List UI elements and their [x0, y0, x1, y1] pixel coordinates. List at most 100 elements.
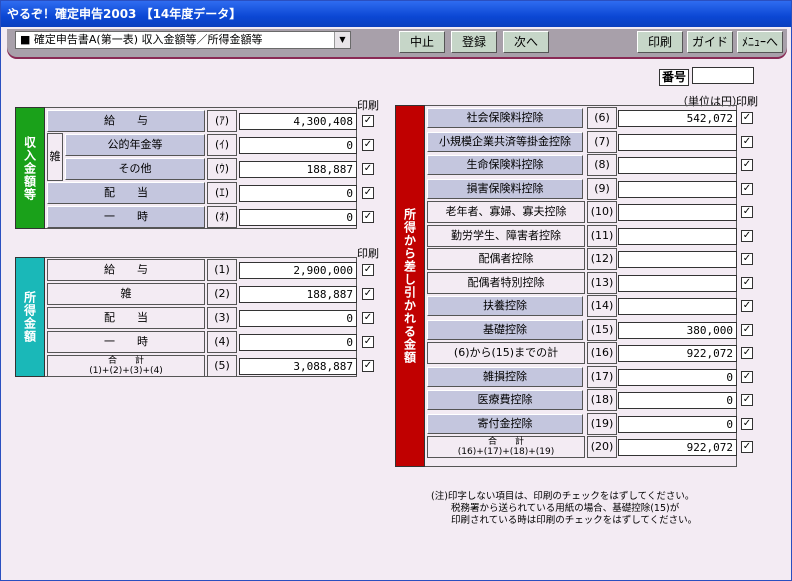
deduction-value-field[interactable] [618, 298, 737, 315]
shotoku-print-checkbox[interactable]: ✓ [362, 312, 374, 324]
shotoku-code: (3) [207, 307, 237, 329]
next-button[interactable]: 次へ [503, 31, 549, 53]
deduction-print-checkbox[interactable]: ✓ [741, 370, 753, 383]
deduction-value-field[interactable]: 0 [618, 415, 737, 433]
deduction-value-field[interactable]: 922,072 [618, 439, 737, 456]
income-print-checkbox[interactable]: ✓ [362, 211, 374, 223]
income-item-button[interactable]: 配 当 [47, 182, 205, 204]
deduction-print-checkbox[interactable]: ✓ [741, 159, 753, 171]
deduction-total-label: 合 計 (16)+(17)+(18)+(19) [427, 436, 585, 458]
note-text: (注)印字しない項目は、印刷のチェックをはずしてください。 [431, 491, 695, 502]
deduction-print-checkbox[interactable]: ✓ [741, 347, 753, 359]
deduction-value-field[interactable]: 922,072 [618, 345, 737, 362]
print-button[interactable]: 印刷 [637, 31, 683, 53]
deduction-value-field[interactable] [618, 251, 737, 268]
deduction-code: (14) [587, 295, 617, 317]
shotoku-print-checkbox[interactable]: ✓ [362, 336, 374, 348]
shotoku-value-field[interactable]: 0 [239, 334, 357, 351]
deduction-print-checkbox[interactable]: ✓ [741, 323, 753, 336]
deduction-value-field[interactable]: 542,072 [618, 110, 737, 127]
deduction-code: (16) [587, 342, 617, 364]
deduction-value-field[interactable]: 0 [618, 368, 737, 386]
deduction-item-label: 老年者、寡婦、寡夫控除 [427, 201, 585, 223]
income-value-field[interactable]: 4,300,408 [239, 113, 357, 130]
deduction-print-checkbox[interactable]: ✓ [741, 135, 753, 148]
shotoku-print-checkbox[interactable]: ✓ [362, 288, 374, 300]
deduction-print-checkbox[interactable]: ✓ [741, 300, 753, 312]
deduction-value-field[interactable] [618, 157, 737, 174]
deduction-item-button[interactable]: 雑損控除 [427, 366, 583, 387]
income-value-field[interactable]: 188,887 [239, 161, 357, 178]
deduction-print-checkbox[interactable]: ✓ [741, 112, 753, 124]
deduction-value-field[interactable] [618, 227, 737, 245]
deduction-item-button[interactable]: 小規模企業共済等掛金控除 [427, 131, 583, 152]
print-header-income: 印刷 [357, 99, 379, 112]
deduction-print-checkbox[interactable]: ✓ [741, 182, 753, 195]
income-print-checkbox[interactable]: ✓ [362, 139, 374, 151]
income-code: (ｴ) [207, 182, 237, 204]
income-value-field[interactable]: 0 [239, 209, 357, 226]
income-item-button[interactable]: 一 時 [47, 206, 205, 228]
income-code: (ｵ) [207, 206, 237, 228]
income-item-button[interactable]: 給 与 [47, 110, 205, 132]
register-button[interactable]: 登録 [451, 31, 497, 53]
income-code: (ｱ) [207, 110, 237, 132]
deduction-item-button[interactable]: 扶養控除 [427, 296, 583, 316]
toolbar: ■ 確定申告書A(第一表) 収入金額等／所得金額等 ▼ 中止 登録 次へ 印刷 ガ… [7, 29, 787, 59]
deduction-item-label: 勤労学生、障害者控除 [427, 224, 585, 247]
deduction-print-checkbox[interactable]: ✓ [741, 206, 753, 218]
shotoku-value-field[interactable]: 2,900,000 [239, 262, 357, 279]
shotoku-value-field[interactable]: 0 [239, 310, 357, 327]
deduction-value-field[interactable]: 380,000 [618, 321, 737, 339]
bangou-input[interactable] [692, 67, 754, 84]
income-print-checkbox[interactable]: ✓ [362, 115, 374, 127]
deduction-item-label: (6)から(15)までの計 [427, 342, 585, 364]
income-value-field[interactable]: 0 [239, 185, 357, 202]
deduction-print-checkbox[interactable]: ✓ [741, 394, 753, 406]
deduction-item-button[interactable]: 損害保険料控除 [427, 178, 583, 199]
deduction-code: (19) [587, 412, 617, 435]
deduction-value-field[interactable] [618, 133, 737, 151]
deduction-value-field[interactable] [618, 274, 737, 292]
income-print-checkbox[interactable]: ✓ [362, 163, 374, 175]
deduction-value-field[interactable] [618, 180, 737, 198]
shotoku-title: 所得金額 [15, 257, 45, 377]
shotoku-print-checkbox[interactable]: ✓ [362, 264, 374, 276]
income-print-checkbox[interactable]: ✓ [362, 187, 374, 199]
shotoku-value-field[interactable]: 3,088,887 [239, 358, 357, 375]
shotoku-code: (5) [207, 355, 237, 377]
form-select[interactable]: ■ 確定申告書A(第一表) 収入金額等／所得金額等 ▼ [15, 31, 351, 49]
chevron-down-icon[interactable]: ▼ [334, 32, 350, 48]
deduction-item-button[interactable]: 社会保険料控除 [427, 108, 583, 128]
income-title: 収入金額等 [15, 107, 45, 229]
guide-button[interactable]: ガイド [687, 31, 733, 53]
deduction-item-button[interactable]: 医療費控除 [427, 390, 583, 410]
deduction-item-button[interactable]: 基礎控除 [427, 319, 583, 340]
window-title: やるぞ！確定申告2003 【14年度データ】 [1, 1, 791, 27]
deduction-code: (15) [587, 318, 617, 341]
deduction-item-button[interactable]: 寄付金控除 [427, 413, 583, 434]
stop-button[interactable]: 中止 [399, 31, 445, 53]
total-label: 合 計 [107, 356, 144, 366]
deduction-print-checkbox[interactable]: ✓ [741, 441, 753, 453]
shotoku-print-checkbox[interactable]: ✓ [362, 360, 374, 372]
print-header-shotoku: 印刷 [357, 247, 379, 260]
note-text: 税務署から送られている用紙の場合、基礎控除(15)が [451, 503, 680, 514]
shotoku-value-field[interactable]: 188,887 [239, 286, 357, 303]
shotoku-code: (4) [207, 331, 237, 353]
deduction-title: 所得から差し引かれる金額 [395, 105, 425, 467]
deduction-value-field[interactable] [618, 204, 737, 221]
deduction-print-checkbox[interactable]: ✓ [741, 229, 753, 242]
income-value-field[interactable]: 0 [239, 137, 357, 154]
deduction-item-button[interactable]: 生命保険料控除 [427, 155, 583, 175]
shotoku-item-label: 給 与 [47, 259, 205, 281]
deduction-print-checkbox[interactable]: ✓ [741, 417, 753, 430]
deduction-print-checkbox[interactable]: ✓ [741, 276, 753, 289]
deduction-value-field[interactable]: 0 [618, 392, 737, 409]
deduction-print-checkbox[interactable]: ✓ [741, 253, 753, 265]
income-item-button[interactable]: その他 [65, 158, 205, 180]
menu-button[interactable]: ﾒﾆｭｰへ [737, 31, 783, 53]
deduction-code: (13) [587, 271, 617, 294]
income-item-button[interactable]: 公的年金等 [65, 134, 205, 156]
deduction-code: (10) [587, 201, 617, 223]
